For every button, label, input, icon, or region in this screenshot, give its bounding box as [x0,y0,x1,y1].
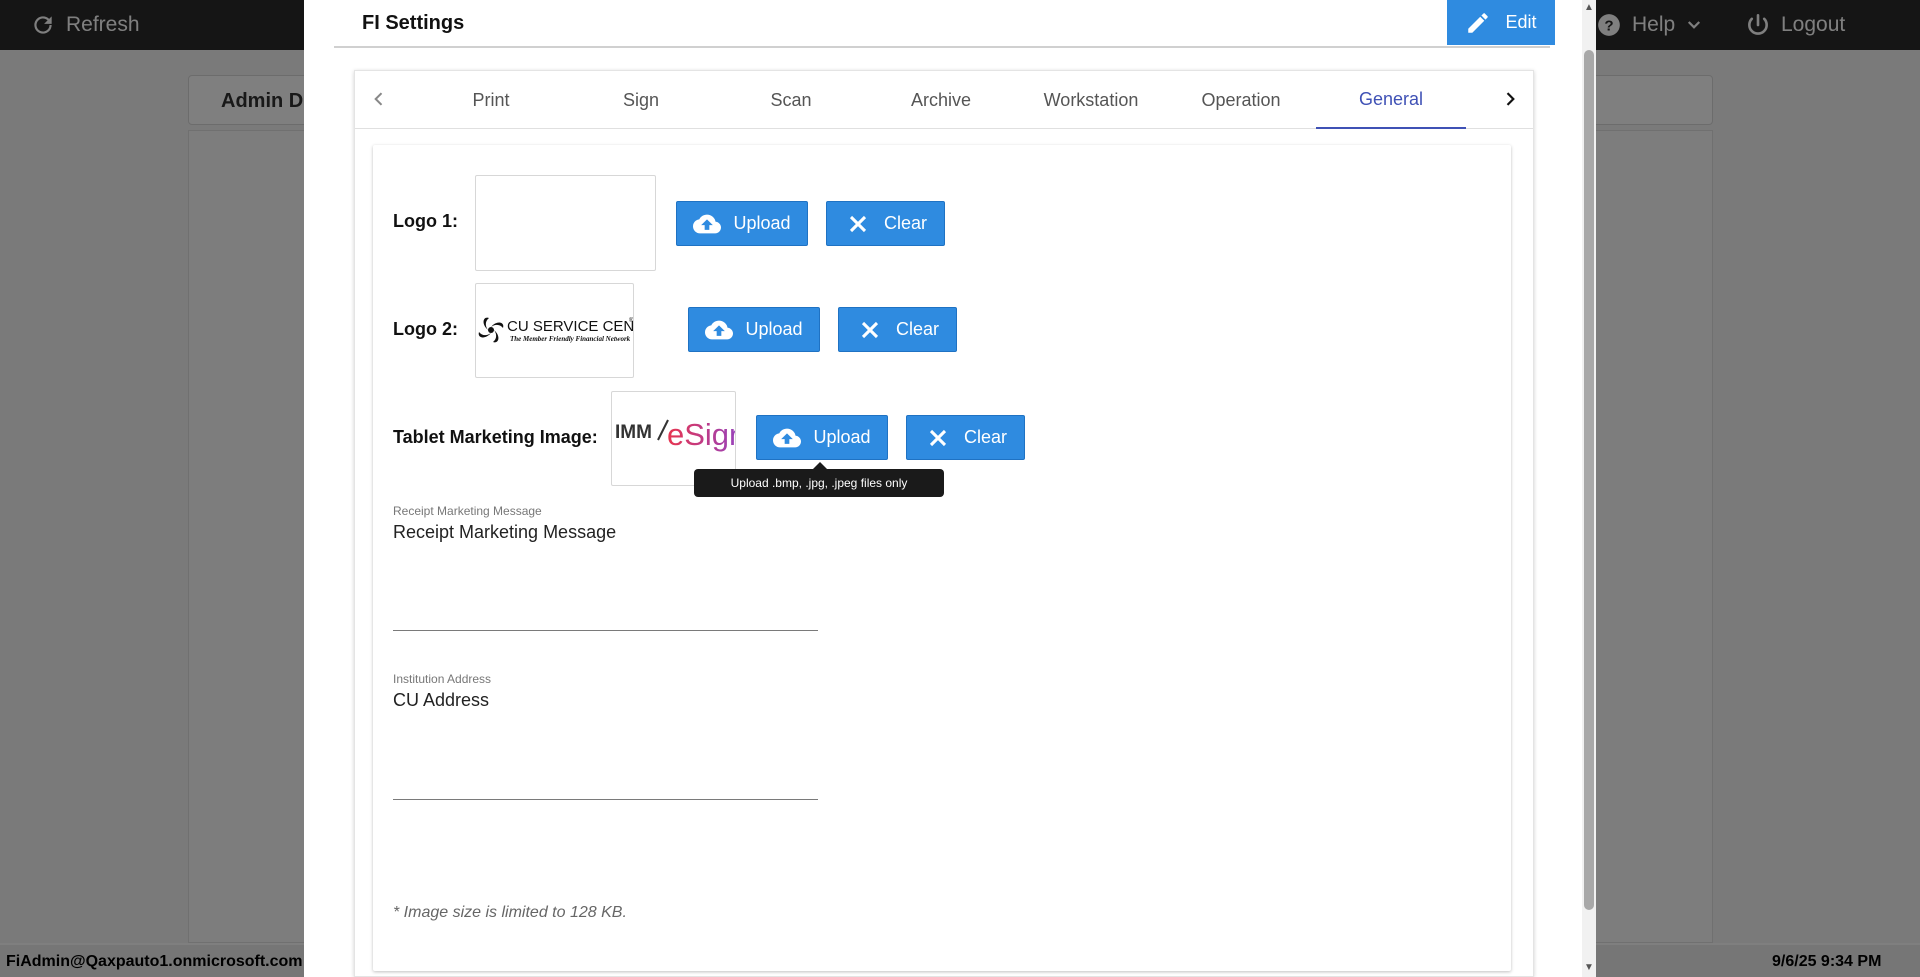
clear-label: Clear [963,427,1007,447]
clear-label: Clear [883,213,927,233]
receipt-marketing-value[interactable]: Receipt Marketing Message [393,522,616,543]
tabs-scroll-right-button[interactable] [1496,85,1524,113]
dialog-title: FI Settings [362,12,465,34]
tab-operation[interactable]: Operation [1166,71,1316,129]
logo1-clear-button[interactable]: Clear [826,201,945,246]
upload-label: Upload [813,427,871,447]
tab-sign[interactable]: Sign [566,71,716,129]
upload-label: Upload [733,213,791,233]
institution-address-value[interactable]: CU Address [393,690,489,711]
logo2-tagline-text: The Member Friendly Financial Network [510,335,631,343]
scroll-up-icon[interactable]: ▲ [1583,2,1595,14]
tab-print[interactable]: Print [416,71,566,129]
receipt-marketing-label: Receipt Marketing Message [393,504,542,518]
clear-label: Clear [895,319,939,339]
cu-service-centers-logo: CU SERVICE CENTERS ® The Member Friendly… [478,317,634,343]
logo2-brand-text: CU SERVICE CENTERS [507,318,634,335]
cloud-upload-icon [693,214,722,233]
close-icon [849,215,867,232]
logo1-preview [475,175,656,271]
tab-general[interactable]: General [1316,71,1466,129]
edit-label: Edit [1505,12,1537,32]
logo2-registered-mark: ® [629,317,634,324]
edit-button[interactable]: Edit [1447,0,1555,45]
scroll-thumb[interactable] [1584,50,1594,910]
pencil-icon [1468,12,1489,33]
scroll-down-icon[interactable]: ▼ [1583,962,1595,974]
chevron-left-icon [374,92,383,106]
settings-tabs: Print Sign Scan Archive Workstation Oper… [355,71,1533,129]
tab-workstation[interactable]: Workstation [1016,71,1166,129]
tablet-upload-button[interactable]: Upload [756,415,888,460]
esign-text: eSign [667,417,736,452]
chevron-right-icon [1506,92,1515,106]
close-icon [861,321,879,338]
logo1-label: Logo 1: [393,211,458,231]
tablet-marketing-label: Tablet Marketing Image: [393,427,598,447]
fi-settings-dialog: FI Settings Edit ▲ ▼ Print Sign Scan Arc… [304,0,1596,977]
receipt-marketing-field[interactable]: Receipt Marketing Message Receipt Market… [393,504,818,631]
upload-tooltip: Upload .bmp, .jpg, .jpeg files only [694,462,944,497]
dialog-header: FI Settings [334,0,1550,48]
general-panel: Logo 1: Upload Clear Logo 2: CU SERVICE … [373,145,1511,971]
tablet-clear-button[interactable]: Clear [906,415,1025,460]
image-size-note: * Image size is limited to 128 KB. [393,904,627,921]
logo2-label: Logo 2: [393,319,458,339]
settings-card: Print Sign Scan Archive Workstation Oper… [354,70,1534,977]
tab-scan[interactable]: Scan [716,71,866,129]
imm-text: IMM [615,422,652,443]
cloud-upload-icon [705,320,734,339]
tabs-scroll-left-button[interactable] [365,85,393,113]
logo2-upload-button[interactable]: Upload [688,307,820,352]
logo2-clear-button[interactable]: Clear [838,307,957,352]
institution-address-label: Institution Address [393,672,492,686]
dialog-scrollbar[interactable]: ▲ ▼ [1582,0,1596,977]
close-icon [929,429,947,446]
upload-label: Upload [745,319,803,339]
tab-archive[interactable]: Archive [866,71,1016,129]
institution-address-field[interactable]: Institution Address CU Address [393,672,818,800]
logo1-upload-button[interactable]: Upload [676,201,808,246]
cloud-upload-icon [773,428,802,447]
logo2-preview: CU SERVICE CENTERS ® The Member Friendly… [475,283,634,378]
